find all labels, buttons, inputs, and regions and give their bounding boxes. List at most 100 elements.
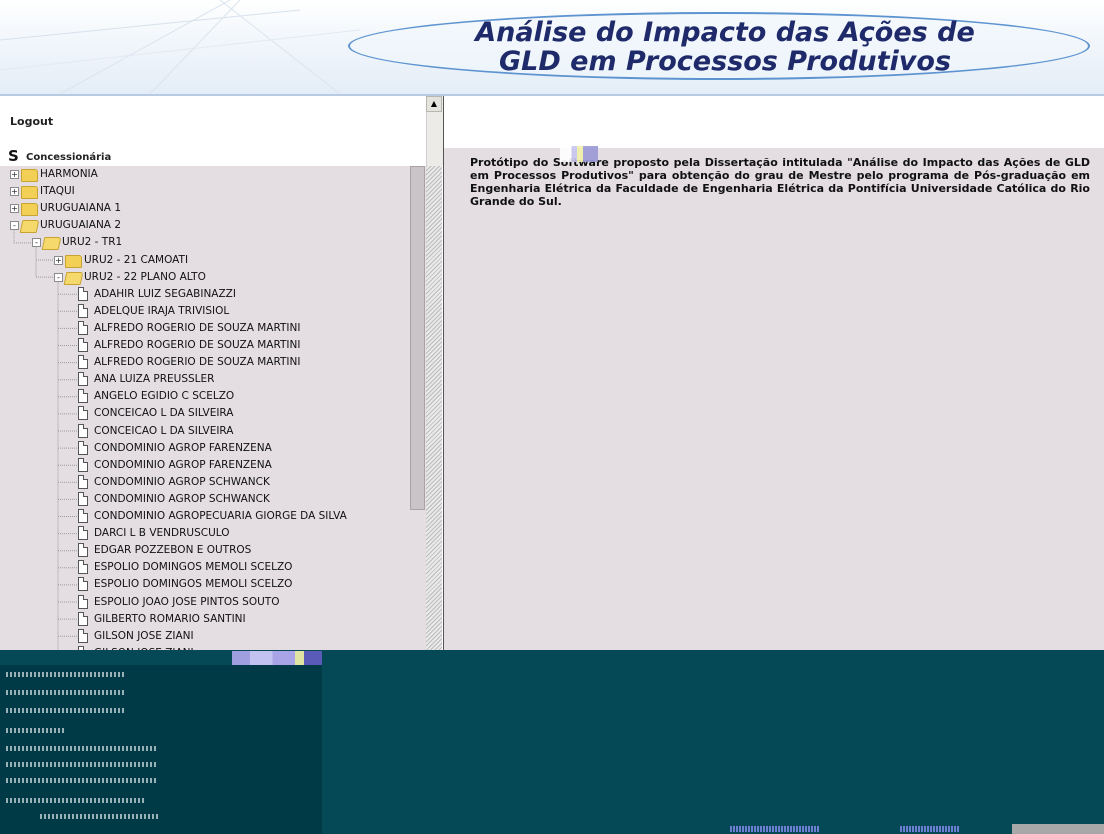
collapse-icon[interactable]: -	[32, 238, 41, 248]
tree-item-consumer[interactable]: CONCEICAO L DA SILVEIRA	[0, 405, 410, 422]
render-artifact-strip	[232, 651, 322, 665]
document-icon	[78, 628, 88, 643]
render-artifact-bar	[1012, 824, 1104, 834]
tree-item-label: ESPOLIO DOMINGOS MEMOLI SCELZO	[94, 561, 293, 574]
scroll-up-arrow-icon[interactable]: ▲	[426, 96, 442, 112]
tree-item-consumer[interactable]: CONCEICAO L DA SILVEIRA	[0, 423, 410, 440]
document-icon	[78, 440, 88, 455]
tree-item-label: ADAHIR LUIZ SEGABINAZZI	[94, 287, 236, 300]
tree-item-consumer[interactable]: CONDOMINIO AGROP SCHWANCK	[0, 474, 410, 491]
document-icon	[78, 560, 88, 575]
artifact-noise	[6, 672, 126, 677]
collapse-icon[interactable]: -	[54, 272, 63, 282]
tree-item-consumer[interactable]: ALFREDO ROGERIO DE SOUZA MARTINI	[0, 320, 410, 337]
document-icon	[78, 355, 88, 370]
document-icon	[78, 406, 88, 421]
tree-item-label: DARCI L B VENDRUSCULO	[94, 527, 230, 540]
tree-item-consumer[interactable]: CONDOMINIO AGROP FARENZENA	[0, 440, 410, 457]
expand-icon[interactable]: +	[54, 255, 63, 265]
document-icon	[78, 526, 88, 541]
tree-item-label: ALFREDO ROGERIO DE SOUZA MARTINI	[94, 339, 301, 351]
panel-splitter[interactable]	[426, 166, 442, 650]
document-icon	[78, 577, 88, 592]
expand-icon[interactable]: +	[10, 187, 19, 197]
tree-node-uru2-22-plano-alto[interactable]: - URU2 - 22 PLANO ALTO	[0, 269, 410, 286]
tree-item-consumer[interactable]: ANGELO EGIDIO C SCELZO	[0, 388, 410, 405]
tree-item-consumer[interactable]: EDGAR POZZEBON E OUTROS	[0, 542, 410, 559]
tree-node-harmonia[interactable]: + HARMONIA	[0, 166, 410, 183]
tree-item-label: CONDOMINIO AGROP FARENZENA	[94, 458, 272, 471]
tree-node-uru2-tr1[interactable]: - URU2 - TR1	[0, 234, 410, 251]
tree-item-consumer[interactable]: CONDOMINIO AGROP SCHWANCK	[0, 491, 410, 508]
expand-icon[interactable]: +	[10, 170, 19, 179]
folder-icon	[21, 169, 38, 182]
artifact-noise	[6, 746, 156, 751]
document-icon	[78, 594, 88, 609]
tree-item-consumer[interactable]: ALFREDO ROGERIO DE SOUZA MARTINI	[0, 337, 410, 354]
artifact-noise	[6, 798, 146, 803]
document-icon	[78, 338, 88, 352]
artifact-noise	[900, 826, 960, 832]
document-icon	[78, 320, 88, 335]
folder-icon	[21, 203, 38, 217]
tree-item-consumer[interactable]: CONDOMINIO AGROPECUARIA GIORGE DA SILVA	[0, 508, 410, 525]
tree-scrollbar-thumb[interactable]	[410, 166, 425, 510]
tree-node-uruguaiana-1[interactable]: + URUGUAIANA 1	[0, 200, 410, 217]
document-icon	[78, 423, 88, 438]
tree-item-consumer[interactable]: ESPOLIO DOMINGOS MEMOLI SCELZO	[0, 576, 410, 593]
tree-item-label: EDGAR POZZEBON E OUTROS	[94, 544, 252, 557]
tree-item-label: ALFREDO ROGERIO DE SOUZA MARTINI	[94, 356, 301, 369]
consumer-tree: + HARMONIA + ITAQUI + URUGUAIANA 1 - URUGUAIANA…	[0, 166, 410, 650]
concessionaria-s-icon: S	[8, 147, 19, 165]
document-icon	[78, 509, 88, 523]
tree-item-consumer[interactable]: ESPOLIO JOAO JOSE PINTOS SOUTO	[0, 594, 410, 611]
tree-node-uruguaiana-2[interactable]: - URUGUAIANA 2	[0, 217, 410, 234]
app-title: Análise do Impacto das Ações de GLD em P…	[475, 17, 975, 77]
folder-icon	[21, 186, 38, 200]
tree-item-label: CONDOMINIO AGROP SCHWANCK	[94, 492, 270, 505]
tree-item-label: HARMONIA	[40, 168, 98, 180]
tree-item-label: GILSON JOSE ZIANI	[94, 629, 194, 642]
concessionaria-label: Concessionária	[26, 152, 112, 163]
tree-item-label: GILBERTO ROMARIO SANTINI	[94, 612, 246, 625]
project-description: Protótipo do Software proposto pela Diss…	[470, 156, 1090, 208]
tree-item-consumer[interactable]: ADELQUE IRAJA TRIVISIOL	[0, 303, 410, 320]
artifact-noise	[6, 728, 66, 733]
tree-item-consumer[interactable]: ADAHIR LUIZ SEGABINAZZI	[0, 286, 410, 303]
artifact-noise	[6, 690, 126, 695]
folder-icon	[65, 254, 82, 268]
document-icon	[78, 303, 88, 318]
folder-open-icon	[63, 271, 84, 285]
tree-item-consumer[interactable]: GILSON JOSE ZIANI	[0, 628, 410, 645]
tree-item-consumer[interactable]: CONDOMINIO AGROP FARENZENA	[0, 457, 410, 474]
collapse-icon[interactable]: -	[10, 221, 19, 231]
tree-node-uru2-21-camoati[interactable]: + URU2 - 21 CAMOATI	[0, 252, 410, 269]
tree-item-label: CONCEICAO L DA SILVEIRA	[94, 424, 234, 437]
artifact-noise	[730, 826, 820, 832]
app-header: Análise do Impacto das Ações de GLD em P…	[0, 0, 1104, 96]
render-artifact	[560, 146, 598, 162]
document-icon	[78, 457, 88, 472]
tree-item-label: URU2 - TR1	[62, 236, 123, 249]
expand-icon[interactable]: +	[10, 204, 19, 214]
tree-item-consumer[interactable]: DARCI L B VENDRUSCULO	[0, 525, 410, 542]
document-icon	[78, 474, 88, 489]
tree-item-consumer[interactable]: ALFREDO ROGERIO DE SOUZA MARTINI	[0, 354, 410, 371]
content-header-area	[443, 96, 1104, 148]
tree-item-label: ESPOLIO DOMINGOS MEMOLI SCELZO	[94, 578, 293, 591]
tree-item-consumer[interactable]: ANA LUIZA PREUSSLER	[0, 371, 410, 388]
tree-item-label: ALFREDO ROGERIO DE SOUZA MARTINI	[94, 321, 301, 334]
tree-item-consumer[interactable]: GILBERTO ROMARIO SANTINI	[0, 611, 410, 628]
artifact-noise	[6, 762, 156, 767]
content-area	[443, 148, 1104, 650]
tree-item-label: CONDOMINIO AGROP FARENZENA	[94, 441, 272, 454]
tree-node-itaqui[interactable]: + ITAQUI	[0, 183, 410, 200]
tree-item-consumer[interactable]: ESPOLIO DOMINGOS MEMOLI SCELZO	[0, 559, 410, 576]
tree-item-label: URUGUAIANA 2	[40, 219, 122, 232]
logout-link[interactable]: Logout	[10, 115, 53, 128]
document-icon	[78, 491, 88, 506]
tree-item-label: ADELQUE IRAJA TRIVISIOL	[94, 304, 230, 317]
folder-open-icon	[41, 237, 62, 251]
tree-item-label: CONDOMINIO AGROP SCHWANCK	[94, 475, 270, 488]
folder-open-icon	[19, 220, 40, 234]
